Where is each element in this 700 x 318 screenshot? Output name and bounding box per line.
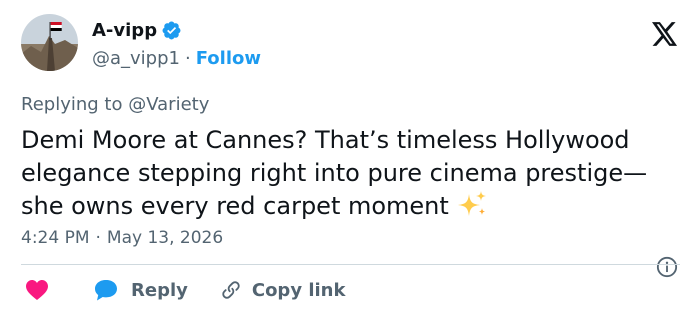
sparkles-icon	[456, 190, 488, 218]
reply-bubble-icon	[93, 278, 119, 302]
name-row: A-vipp	[92, 20, 182, 41]
follow-button[interactable]: Follow	[196, 48, 261, 69]
action-bar: Reply Copy link	[25, 278, 345, 302]
reply-mention-link[interactable]: @Variety	[128, 94, 209, 115]
avatar[interactable]	[21, 14, 78, 71]
heart-icon	[26, 280, 48, 300]
replying-to: Replying to @Variety	[21, 94, 209, 115]
tweet-time[interactable]: 4:24 PM	[21, 228, 90, 248]
link-icon	[222, 281, 240, 299]
like-button[interactable]	[25, 279, 49, 301]
tweet-body: Demi Moore at Cannes? That’s timeless Ho…	[21, 126, 648, 220]
divider	[21, 264, 680, 265]
copy-link-label: Copy link	[251, 279, 346, 301]
info-icon[interactable]	[656, 256, 678, 278]
x-logo-icon[interactable]	[652, 22, 678, 46]
tweet-card: A-vipp @a_vipp1 · Follow Replying to @Va…	[0, 0, 700, 318]
separator: ·	[95, 228, 101, 248]
copy-link-button[interactable]: Copy link	[220, 279, 346, 301]
reply-label: Reply	[131, 279, 188, 301]
handle-row: @a_vipp1 · Follow	[92, 48, 261, 69]
separator: ·	[185, 48, 191, 69]
tweet-text: Demi Moore at Cannes? That’s timeless Ho…	[21, 124, 681, 223]
verified-badge-icon	[161, 20, 182, 41]
timestamp-row[interactable]: 4:24 PM · May 13, 2026	[21, 228, 223, 248]
tweet-date[interactable]: May 13, 2026	[107, 228, 223, 248]
display-name[interactable]: A-vipp	[92, 20, 157, 41]
user-handle[interactable]: @a_vipp1	[92, 48, 180, 69]
reply-button[interactable]: Reply	[93, 278, 188, 302]
replying-prefix: Replying to	[21, 94, 123, 115]
